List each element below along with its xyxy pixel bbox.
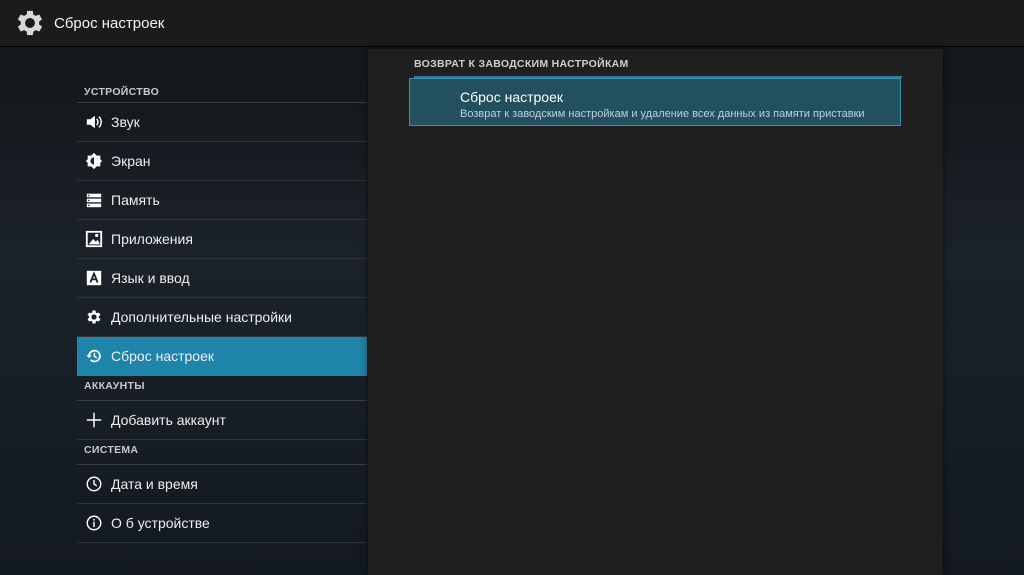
sidebar-item-storage[interactable]: Память xyxy=(77,181,367,220)
sidebar-item-language[interactable]: Язык и ввод xyxy=(77,259,367,298)
sidebar-item-label: Память xyxy=(111,192,160,208)
brightness-icon xyxy=(84,151,104,171)
settings-sidebar: Устройство Звук Экран Память Приложения … xyxy=(77,78,367,543)
sidebar-item-display[interactable]: Экран xyxy=(77,142,367,181)
sidebar-item-label: Дополнительные настройки xyxy=(111,309,292,325)
sidebar-item-label: Добавить аккаунт xyxy=(111,412,226,428)
action-bar: Сброс настроек xyxy=(0,0,1024,47)
sidebar-item-about[interactable]: О б устройстве xyxy=(77,504,367,543)
storage-icon xyxy=(84,190,104,210)
sidebar-item-label: О б устройстве xyxy=(111,515,210,531)
sidebar-item-label: Экран xyxy=(111,153,151,169)
detail-section-header: Возврат к заводским настройкам xyxy=(414,58,902,78)
keyboard-a-icon xyxy=(84,268,104,288)
sidebar-item-label: Сброс настроек xyxy=(111,348,215,364)
sidebar-item-reset[interactable]: Сброс настроек xyxy=(77,337,367,376)
apps-icon xyxy=(84,229,104,249)
factory-reset-summary: Возврат к заводским настройкам и удалени… xyxy=(460,108,865,120)
sidebar-item-date-time[interactable]: Дата и время xyxy=(77,465,367,504)
sidebar-item-label: Приложения xyxy=(111,231,193,247)
factory-reset-title: Сброс настроек xyxy=(460,89,564,105)
sidebar-item-label: Дата и время xyxy=(111,476,198,492)
sidebar-item-advanced[interactable]: Дополнительные настройки xyxy=(77,298,367,337)
section-header-device: Устройство xyxy=(77,78,367,103)
factory-reset-item[interactable]: Сброс настроек Возврат к заводским настр… xyxy=(409,78,901,126)
info-icon xyxy=(84,513,104,533)
sidebar-item-sound[interactable]: Звук xyxy=(77,103,367,142)
sidebar-item-label: Язык и ввод xyxy=(111,270,190,286)
restore-icon xyxy=(84,346,104,366)
plus-icon xyxy=(84,410,104,430)
sidebar-item-label: Звук xyxy=(111,114,140,130)
section-header-system: Система xyxy=(77,440,367,465)
gear-icon[interactable] xyxy=(12,5,48,41)
sidebar-item-add-account[interactable]: Добавить аккаунт xyxy=(77,401,367,440)
sidebar-item-apps[interactable]: Приложения xyxy=(77,220,367,259)
page-title: Сброс настроек xyxy=(54,14,165,32)
speaker-icon xyxy=(84,112,104,132)
gear-icon xyxy=(84,307,104,327)
detail-panel: Возврат к заводским настройкам Сброс нас… xyxy=(368,49,943,575)
clock-icon xyxy=(84,474,104,494)
section-header-accounts: Аккаунты xyxy=(77,376,367,401)
